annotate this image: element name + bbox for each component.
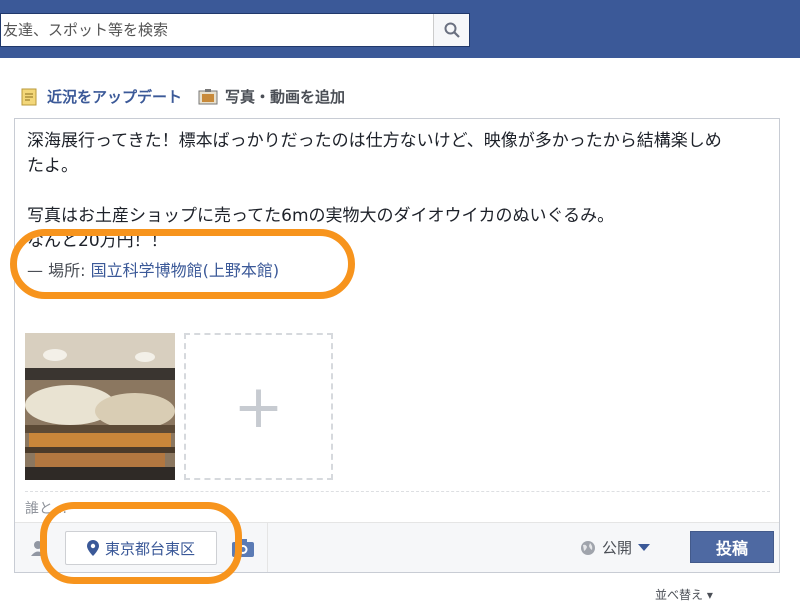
place-tag: — 場所: 国立科学博物館(上野本館) (27, 257, 279, 281)
status-line (27, 179, 767, 204)
post-button[interactable]: 投稿 (690, 531, 774, 563)
location-pin-icon (86, 540, 99, 556)
composer-tabs: 近況をアップデート 写真・動画を追加 (20, 86, 345, 107)
tag-people-icon[interactable] (29, 539, 47, 557)
tab-status-update-label: 近況をアップデート (47, 88, 183, 106)
status-line: 深海展行ってきた！標本ばっかりだったのは仕方ないけど、映像が多かったから結構楽し… (27, 131, 722, 151)
tab-add-photo-video[interactable]: 写真・動画を追加 (198, 86, 345, 107)
place-link[interactable]: 国立科学博物館(上野本館) (91, 261, 280, 280)
privacy-selector[interactable]: 公開 (580, 537, 651, 558)
globe-icon (581, 540, 595, 555)
add-photo-button[interactable]: + (184, 333, 333, 480)
sort-link[interactable]: 並べ替え ▾ (655, 586, 713, 603)
status-text[interactable]: 深海展行ってきた！標本ばっかりだったのは仕方ないけど、映像が多かったから結構楽し… (27, 129, 767, 254)
plus-icon: + (233, 371, 284, 442)
tab-add-photo-video-label: 写真・動画を追加 (225, 88, 346, 106)
tab-status-update[interactable]: 近況をアップデート (20, 86, 182, 107)
photo-icon (198, 88, 218, 104)
search-box (0, 13, 470, 47)
sort-label: 並べ替え (655, 588, 704, 602)
top-navigation-bar (0, 0, 800, 58)
privacy-label: 公開 (602, 539, 633, 557)
status-line: たよ。 (27, 156, 78, 176)
tag-friends-input[interactable]: 誰と… (25, 491, 770, 519)
search-icon (444, 22, 460, 38)
photo-image (25, 333, 175, 480)
footer-divider (267, 523, 268, 572)
status-line: 写真はお土産ショップに売ってた6mの実物大のダイオウイカのぬいぐるみ。 (27, 206, 615, 226)
location-chip[interactable]: 東京都台東区 (65, 531, 217, 565)
photo-thumbnail[interactable] (25, 333, 175, 480)
status-line: なんと20万円！！ (27, 231, 168, 251)
status-update-icon (21, 88, 37, 105)
composer-footer: 東京都台東区 公開 投稿 (15, 522, 779, 572)
camera-icon[interactable] (231, 537, 255, 559)
search-button[interactable] (433, 14, 469, 46)
place-prefix: — 場所: (27, 261, 86, 280)
sort-chevron-icon: ▾ (706, 588, 713, 602)
chevron-down-icon (638, 543, 651, 551)
post-composer: 深海展行ってきた！標本ばっかりだったのは仕方ないけど、映像が多かったから結構楽し… (14, 118, 780, 573)
search-input[interactable] (1, 14, 433, 46)
location-chip-label: 東京都台東区 (104, 539, 195, 558)
